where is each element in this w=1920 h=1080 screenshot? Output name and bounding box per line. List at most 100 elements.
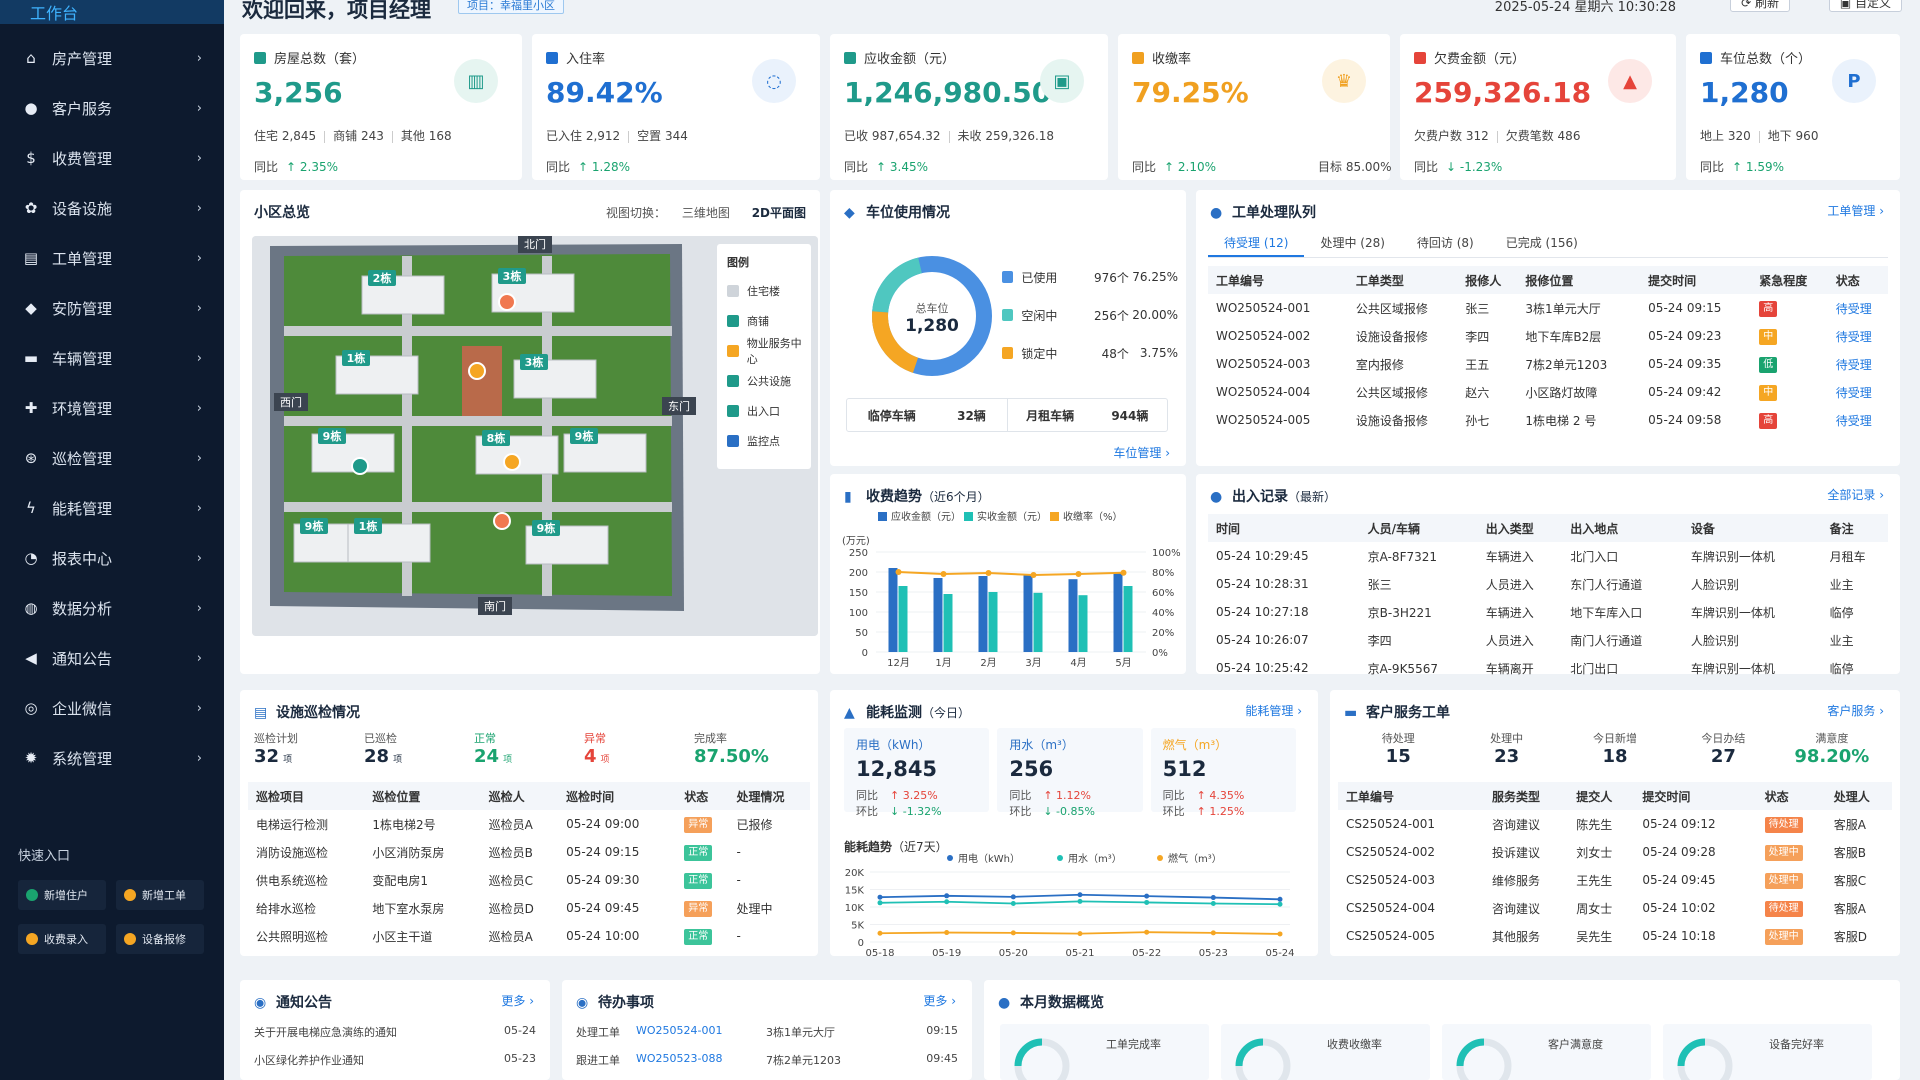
todo-more-link[interactable]: 更多 › (923, 992, 956, 1009)
notice-item[interactable]: 关于开展电梯应急演练的通知 05-24 (254, 1024, 536, 1052)
energy-manage-link[interactable]: 能耗管理 › (1245, 702, 1302, 719)
service-link[interactable]: 客户服务 › (1827, 702, 1884, 719)
map-poi-marker[interactable] (493, 512, 511, 530)
energy-card-0[interactable]: 用电（kWh） 12,845 同比 ↑ 3.25% 环比 ↓ -1.32% (844, 728, 990, 818)
sidebar-item-5[interactable]: ◆ 安防管理 › (0, 283, 224, 333)
energy-card-1[interactable]: 用水（m³） 256 同比 ↑ 1.12% 环比 ↓ -0.85% (997, 728, 1143, 818)
map-poi-marker[interactable] (503, 453, 521, 471)
table-cell: WO250524-003 (1208, 350, 1348, 378)
status-link[interactable]: 待受理 (1836, 302, 1872, 316)
sidebar-item-14[interactable]: ✹ 系统管理 › (0, 733, 224, 783)
notice-more-link[interactable]: 更多 › (501, 992, 534, 1009)
table-row[interactable]: 公共照明巡检 小区主干道 巡检员A 05-24 10:00 正常 - (248, 922, 810, 950)
stat-card-3[interactable]: 收缴率 79.25% ♛ 同比 ↑ 2.10% 目标 85.00% (1118, 34, 1392, 180)
energy-point (944, 893, 950, 899)
table-cell: 05-24 09:12 (1634, 810, 1756, 838)
community-map[interactable]: 2栋 3栋 1栋 3栋 9栋 8栋 9栋 9栋 1栋 9栋 北门 西门 东门 南门 图例 住宅楼 商铺 物业服… (252, 236, 818, 636)
all-records-link[interactable]: 全部记录 › (1827, 486, 1884, 503)
sidebar-item-2[interactable]: $ 收费管理 › (0, 133, 224, 183)
stat-card-2[interactable]: 应收金额（元） 1,246,980.50 ▣ 已收 987,654.32 未收 259,… (830, 34, 1108, 180)
table-row[interactable]: 05-24 10:27:18 京B-3H221 车辆进入 地下车库入口 车牌识别一体机 临… (1208, 598, 1888, 626)
workorder-tab-3[interactable]: 已完成 (156) (1490, 230, 1594, 257)
column-header: 提交人 (1568, 782, 1635, 810)
quick-add-resident-button[interactable]: 新增住户 (18, 880, 106, 910)
sidebar-item-6[interactable]: ▬ 车辆管理 › (0, 333, 224, 383)
table-row[interactable]: 05-24 10:28:31 张三 人员进入 东门人行通道 人脸识别 业主 (1208, 570, 1888, 598)
fee-ytick: 50 (855, 628, 868, 639)
status-link[interactable]: 待受理 (1836, 386, 1872, 400)
workorder-tab-1[interactable]: 处理中 (28) (1304, 230, 1400, 257)
sidebar-item-3[interactable]: ✿ 设备设施 › (0, 183, 224, 233)
sidebar-item-4[interactable]: ▤ 工单管理 › (0, 233, 224, 283)
table-row[interactable]: CS250524-005 其他服务 吴先生 05-24 10:18 处理中 客服D (1338, 922, 1892, 950)
yoy-delta: ↑ 2.35% (286, 160, 339, 174)
stat-breakdown-item: 已收 987,654.32 (844, 129, 941, 143)
refresh-button[interactable]: ⟳ 刷新 (1730, 0, 1790, 12)
table-cell: 05-24 09:58 (1640, 406, 1751, 434)
stat-card-1[interactable]: 入住率 89.42% ◌ 已入住 2,912 空置 344 同比 ↑ 1.28% (532, 34, 820, 180)
table-row[interactable]: 05-24 10:29:45 京A-8F7321 车辆进入 北门入口 车牌识别一体机 月租… (1208, 542, 1888, 570)
table-row[interactable]: 电梯运行检测 1栋电梯2号 巡检员A 05-24 09:00 异常 已报修 (248, 810, 810, 838)
map-poi-marker[interactable] (351, 457, 369, 475)
table-row[interactable]: 供电系统巡检 变配电房1 巡检员C 05-24 09:30 正常 - (248, 866, 810, 894)
table-row[interactable]: 05-24 10:25:42 京A-9K5567 车辆离开 北门出口 车牌识别一体机 临停 (1208, 654, 1888, 682)
table-row[interactable]: CS250524-001 咨询建议 陈先生 05-24 09:12 待处理 客服A (1338, 810, 1892, 838)
quick-fee-entry-button[interactable]: 收费录入 (18, 924, 106, 954)
table-cell: 地下车库B2层 (1517, 322, 1640, 350)
workorder-tab-2[interactable]: 待回访 (8) (1401, 230, 1490, 257)
table-row[interactable]: WO250524-004 公共区域报修 赵六 小区路灯故障 05-24 09:42 中 待受… (1208, 378, 1888, 406)
sidebar-item-7[interactable]: ✚ 环境管理 › (0, 383, 224, 433)
stat-card-4[interactable]: 欠费金额（元） 259,326.18 ▲ 欠费户数 312 欠费笔数 486 同比 ↓ -1… (1400, 34, 1676, 180)
quick-repair-button[interactable]: 设备报修 (116, 924, 204, 954)
workorder-tab-0[interactable]: 待受理 (12) (1208, 230, 1305, 257)
sidebar-item-9[interactable]: ϟ 能耗管理 › (0, 483, 224, 533)
todo-item[interactable]: 处理工单 WO250524-001 3栋1单元大厅 09:15 (576, 1024, 958, 1052)
map-poi-marker[interactable] (468, 362, 486, 380)
table-row[interactable]: WO250524-005 设施设备报修 孙七 1栋电梯 2 号 05-24 09:58 高… (1208, 406, 1888, 434)
table-cell: 设施设备报修 (1348, 406, 1457, 434)
cell-text: 地下车库入口 (1570, 605, 1643, 620)
project-selector[interactable]: 项目：幸福里小区 (458, 0, 564, 14)
sidebar-item-1[interactable]: ● 客户服务 › (0, 83, 224, 133)
parking-manage-link[interactable]: 车位管理 › (1113, 444, 1170, 461)
todo-order-link[interactable]: WO250523-088 (636, 1052, 766, 1080)
table-row[interactable]: CS250524-004 咨询建议 周女士 05-24 10:02 待处理 客服A (1338, 894, 1892, 922)
table-row[interactable]: CS250524-002 投诉建议 刘女士 05-24 09:28 处理中 客服B (1338, 838, 1892, 866)
patrol-stat-unit: 项 (503, 755, 513, 765)
sidebar-item-13[interactable]: ◎ 企业微信 › (0, 683, 224, 733)
todo-item[interactable]: 跟进工单 WO250523-088 7栋2单元1203 09:45 (576, 1052, 958, 1080)
energy-card-2[interactable]: 燃气（m³） 512 同比 ↑ 4.35% 环比 ↑ 1.25% (1150, 728, 1296, 818)
quick-add-workorder-button[interactable]: 新增工单 (116, 880, 204, 910)
service-status-badge: 待处理 (1764, 900, 1803, 917)
workorder-manage-link[interactable]: 工单管理 › (1827, 202, 1884, 219)
status-link[interactable]: 待受理 (1836, 414, 1872, 428)
status-link[interactable]: 待受理 (1836, 358, 1872, 372)
map-poi-marker[interactable] (498, 293, 516, 311)
table-row[interactable]: 给排水巡检 地下室水泵房 巡检员D 05-24 09:45 异常 处理中 (248, 894, 810, 922)
separator (391, 130, 393, 143)
status-link[interactable]: 待受理 (1836, 330, 1872, 344)
table-row[interactable]: WO250524-003 室内报修 王五 7栋2单元1203 05-24 09:35 低 待… (1208, 350, 1888, 378)
table-row[interactable]: 05-24 10:26:07 李四 人员进入 南门人行通道 人脸识别 业主 (1208, 626, 1888, 654)
notice-item[interactable]: 小区绿化养护作业通知 05-23 (254, 1052, 536, 1080)
sidebar-item-11[interactable]: ◍ 数据分析 › (0, 583, 224, 633)
todo-order-link[interactable]: WO250524-001 (636, 1024, 766, 1052)
sidebar-item-10[interactable]: ◔ 报表中心 › (0, 533, 224, 583)
table-row[interactable]: WO250524-001 公共区域报修 张三 3栋1单元大厅 05-24 09:15 高 待… (1208, 294, 1888, 322)
table-row[interactable]: WO250524-002 设施设备报修 李四 地下车库B2层 05-24 09:23 中 待… (1208, 322, 1888, 350)
view-3d-toggle[interactable]: 三维地图 (682, 206, 730, 220)
sidebar-workbench[interactable]: 工作台 (0, 0, 224, 24)
table-row[interactable]: CS250524-003 维修服务 王先生 05-24 09:45 处理中 客服C (1338, 866, 1892, 894)
energy-card-yoy: 同比 ↑ 4.35% (1163, 787, 1284, 803)
stat-card-5[interactable]: 车位总数（个） 1,280 P 地上 320 地下 960 同比 ↑ 1.59% (1686, 34, 1900, 180)
sidebar-item-12[interactable]: ◀ 通知公告 › (0, 633, 224, 683)
customize-button[interactable]: ▣ 自定义 (1828, 0, 1902, 12)
table-row[interactable]: 消防设施巡检 小区消防泵房 巡检员B 05-24 09:15 正常 - (248, 838, 810, 866)
table-cell: 维修服务 (1484, 866, 1568, 894)
map-building-label: 3栋 (525, 355, 544, 369)
stat-card-0[interactable]: 房屋总数（套） 3,256 ▥ 住宅 2,845 商铺 243 其他 168 同比 ↑ 2.3… (240, 34, 522, 180)
legend-item: 出入口 (717, 396, 811, 426)
sidebar-item-0[interactable]: ⌂ 房产管理 › (0, 33, 224, 83)
view-2d-toggle[interactable]: 2D平面图 (752, 206, 806, 220)
sidebar-item-8[interactable]: ⊛ 巡检管理 › (0, 433, 224, 483)
